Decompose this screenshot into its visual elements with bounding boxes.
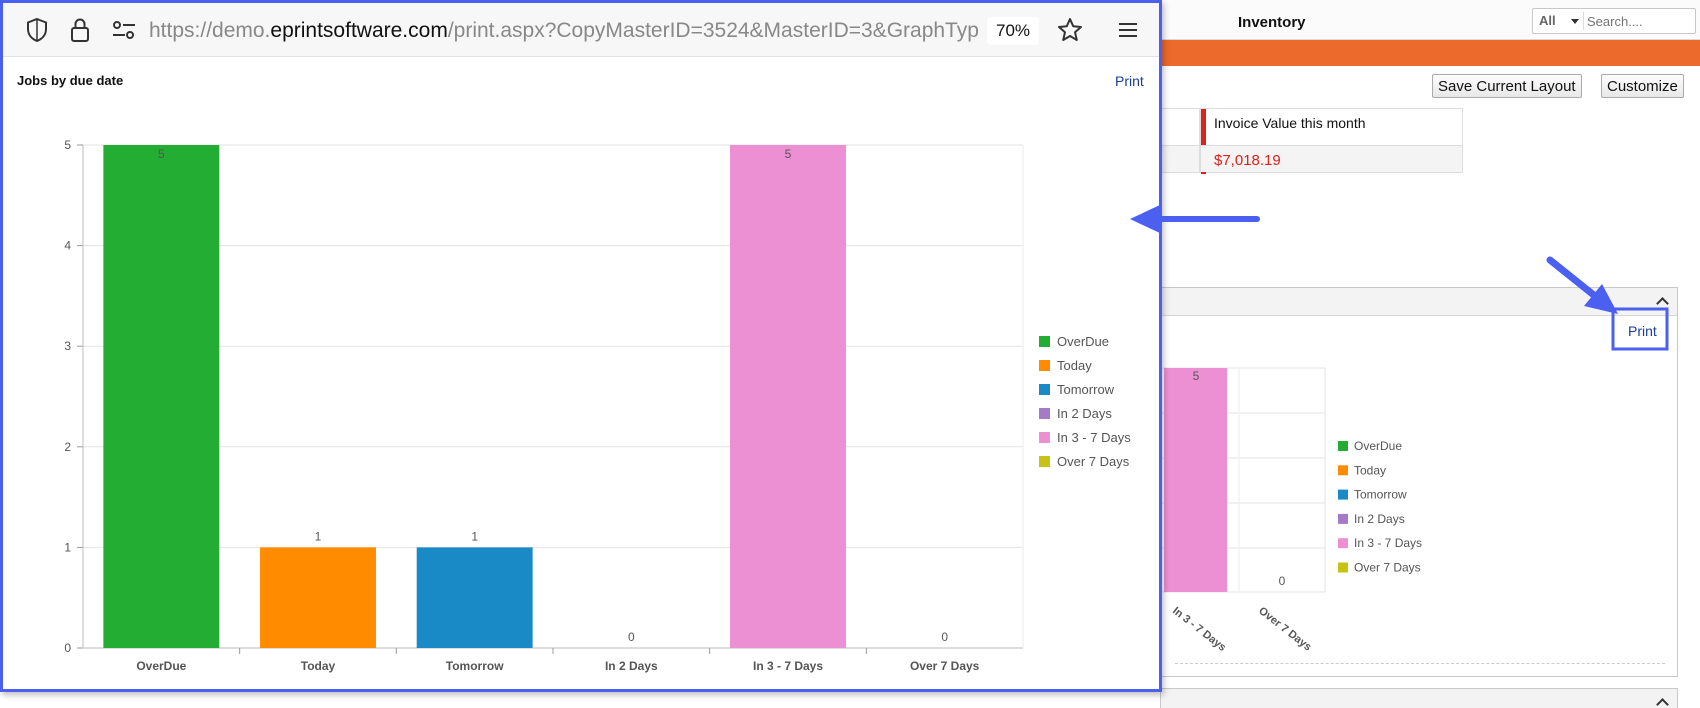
- x-tick-label: In 2 Days: [605, 659, 658, 673]
- bar-overdue: [103, 145, 220, 648]
- y-tick-label: 3: [64, 339, 71, 353]
- chart-title: Jobs by due date: [17, 73, 124, 88]
- print-preview-window: https://demo.eprintsoftware.com/print.as…: [0, 0, 1162, 692]
- permissions-icon[interactable]: [111, 19, 137, 41]
- y-tick-label: 4: [64, 239, 71, 253]
- legend-label: In 2 Days: [1057, 406, 1112, 421]
- page-title: Inventory: [1238, 14, 1306, 31]
- legend-swatch: [1039, 408, 1050, 419]
- legend-label: OverDue: [1057, 334, 1109, 349]
- data-label: 1: [471, 529, 478, 543]
- data-label: 1: [315, 529, 322, 543]
- x-tick-label: OverDue: [136, 659, 186, 673]
- search-box[interactable]: All: [1532, 8, 1696, 34]
- bar-tomorrow: [416, 547, 533, 648]
- x-tick-label: Today: [301, 659, 336, 673]
- url-prefix: https://demo.: [149, 19, 271, 42]
- legend-swatch: [1039, 432, 1050, 443]
- x-tick-label: Over 7 Days: [910, 659, 980, 673]
- legend-label: Tomorrow: [1057, 382, 1115, 397]
- y-tick-label: 5: [64, 138, 71, 152]
- legend-swatch: [1039, 456, 1050, 467]
- y-tick-label: 0: [64, 641, 71, 655]
- data-label: 0: [941, 630, 948, 644]
- legend-label: In 3 - 7 Days: [1057, 430, 1131, 445]
- jobs-chart-panel: [1160, 287, 1678, 677]
- legend-swatch: [1039, 360, 1050, 371]
- y-tick-label: 1: [64, 540, 71, 554]
- panel-divider: [1175, 663, 1665, 664]
- panel-print-link[interactable]: Print: [1628, 323, 1657, 339]
- x-tick-label: Tomorrow: [446, 659, 504, 673]
- panel-header: [1161, 288, 1677, 316]
- chevron-down-icon[interactable]: [1571, 19, 1579, 24]
- screen: Inventory All Save Current Layout Custom…: [0, 0, 1700, 708]
- legend-swatch: [1039, 336, 1050, 347]
- url-path: /print.aspx?CopyMasterID=3524&MasterID=3…: [447, 19, 979, 42]
- save-current-layout-button[interactable]: Save Current Layout: [1432, 74, 1582, 98]
- jobs-by-due-date-chart: 0 1 2 3 4 5 5 OverDue 1 Today 1 Tomorrow 0 In 2 Days 5…: [64, 138, 1131, 673]
- data-label: 5: [785, 147, 792, 161]
- data-label: 5: [158, 147, 165, 161]
- url-text[interactable]: https://demo.eprintsoftware.com/print.as…: [149, 19, 979, 43]
- zoom-level-badge[interactable]: 70%: [987, 17, 1039, 45]
- invoice-value-amount: $7,018.19: [1214, 152, 1281, 169]
- legend-label: Today: [1057, 358, 1092, 373]
- invoice-value-card: Invoice Value this month $7,018.19: [1200, 108, 1463, 174]
- lock-icon[interactable]: [69, 17, 91, 43]
- data-label: 0: [628, 630, 635, 644]
- next-panel: [1160, 688, 1678, 708]
- bookmark-star-icon[interactable]: [1057, 17, 1083, 43]
- address-bar[interactable]: https://demo.eprintsoftware.com/print.as…: [3, 3, 1159, 57]
- customize-button[interactable]: Customize: [1601, 74, 1684, 98]
- print-link[interactable]: Print: [1115, 73, 1144, 89]
- url-host: eprintsoftware.com: [270, 19, 448, 42]
- legend-label: Over 7 Days: [1057, 454, 1130, 469]
- x-tick-label: In 3 - 7 Days: [753, 659, 823, 673]
- y-tick-label: 2: [64, 440, 71, 454]
- search-scope-select[interactable]: All: [1539, 13, 1556, 28]
- shield-icon[interactable]: [25, 17, 49, 43]
- legend-swatch: [1039, 384, 1050, 395]
- bar-today: [260, 547, 376, 648]
- invoice-value-label: Invoice Value this month: [1214, 115, 1366, 131]
- bar-in-3-7-days: [730, 145, 846, 648]
- menu-icon[interactable]: [1117, 19, 1139, 41]
- search-input[interactable]: [1587, 12, 1691, 30]
- search-divider: [1583, 12, 1584, 30]
